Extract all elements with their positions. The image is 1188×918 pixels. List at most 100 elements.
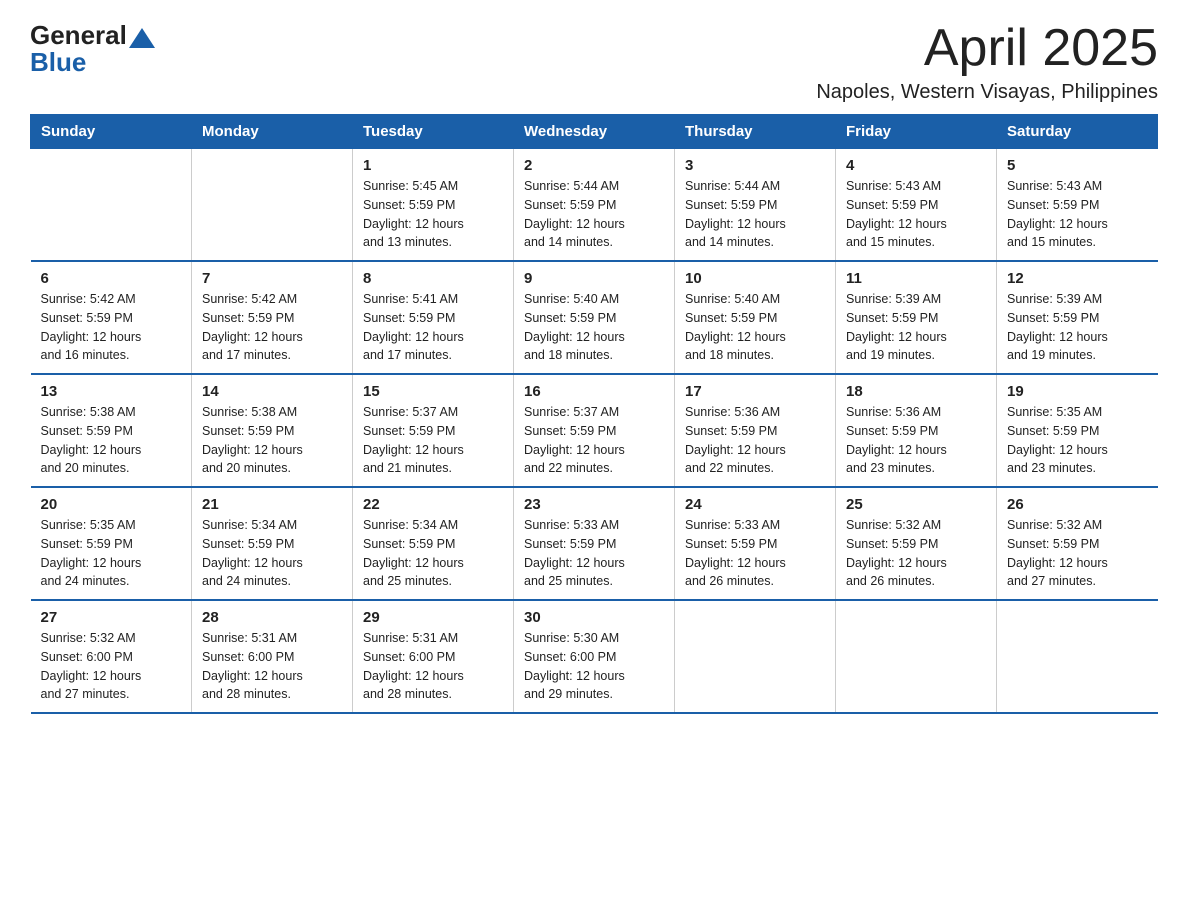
day-number: 5: [1007, 157, 1148, 174]
calendar-cell: 5 Sunrise: 5:43 AM Sunset: 5:59 PM Daylig…: [997, 149, 1158, 262]
calendar-cell: [192, 149, 353, 262]
calendar-cell: 17 Sunrise: 5:36 AM Sunset: 5:59 PM Dayli…: [675, 374, 836, 487]
day-number: 15: [363, 383, 503, 400]
day-info: Sunrise: 5:36 AM Sunset: 5:59 PM Dayligh…: [846, 403, 986, 478]
day-info: Sunrise: 5:44 AM Sunset: 5:59 PM Dayligh…: [524, 177, 664, 252]
day-number: 19: [1007, 383, 1148, 400]
calendar-week-2: 6Sunrise: 5:42 AM Sunset: 5:59 PM Daylig…: [31, 261, 1158, 374]
day-info: Sunrise: 5:34 AM Sunset: 5:59 PM Dayligh…: [363, 516, 503, 591]
day-info: Sunrise: 5:33 AM Sunset: 5:59 PM Dayligh…: [685, 516, 825, 591]
day-info: Sunrise: 5:41 AM Sunset: 5:59 PM Dayligh…: [363, 290, 503, 365]
subtitle: Napoles, Western Visayas, Philippines: [816, 81, 1158, 104]
calendar-header-wednesday: Wednesday: [514, 115, 675, 149]
calendar-cell: 12 Sunrise: 5:39 AM Sunset: 5:59 PM Dayli…: [997, 261, 1158, 374]
main-title: April 2025: [816, 20, 1158, 77]
calendar-cell: [675, 600, 836, 713]
calendar-cell: 7Sunrise: 5:42 AM Sunset: 5:59 PM Daylig…: [192, 261, 353, 374]
day-info: Sunrise: 5:39 AM Sunset: 5:59 PM Dayligh…: [846, 290, 986, 365]
calendar-header: SundayMondayTuesdayWednesdayThursdayFrid…: [31, 115, 1158, 149]
calendar-header-saturday: Saturday: [997, 115, 1158, 149]
calendar-cell: 2 Sunrise: 5:44 AM Sunset: 5:59 PM Daylig…: [514, 149, 675, 262]
day-number: 10: [685, 270, 825, 287]
title-section: April 2025 Napoles, Western Visayas, Phi…: [816, 20, 1158, 104]
day-info: Sunrise: 5:34 AM Sunset: 5:59 PM Dayligh…: [202, 516, 342, 591]
calendar-header-tuesday: Tuesday: [353, 115, 514, 149]
day-info: Sunrise: 5:45 AM Sunset: 5:59 PM Dayligh…: [363, 177, 503, 252]
day-info: Sunrise: 5:37 AM Sunset: 5:59 PM Dayligh…: [363, 403, 503, 478]
calendar-cell: 16 Sunrise: 5:37 AM Sunset: 5:59 PM Dayli…: [514, 374, 675, 487]
day-number: 23: [524, 496, 664, 513]
calendar-cell: 29Sunrise: 5:31 AM Sunset: 6:00 PM Dayli…: [353, 600, 514, 713]
day-number: 29: [363, 609, 503, 626]
calendar-cell: [997, 600, 1158, 713]
day-number: 8: [363, 270, 503, 287]
day-number: 3: [685, 157, 825, 174]
day-info: Sunrise: 5:43 AM Sunset: 5:59 PM Dayligh…: [846, 177, 986, 252]
day-info: Sunrise: 5:40 AM Sunset: 5:59 PM Dayligh…: [685, 290, 825, 365]
calendar-cell: 23 Sunrise: 5:33 AM Sunset: 5:59 PM Dayli…: [514, 487, 675, 600]
day-info: Sunrise: 5:38 AM Sunset: 5:59 PM Dayligh…: [202, 403, 342, 478]
day-info: Sunrise: 5:30 AM Sunset: 6:00 PM Dayligh…: [524, 629, 664, 704]
day-info: Sunrise: 5:43 AM Sunset: 5:59 PM Dayligh…: [1007, 177, 1148, 252]
logo-triangle-icon: [129, 28, 155, 48]
day-number: 22: [363, 496, 503, 513]
day-number: 1: [363, 157, 503, 174]
day-info: Sunrise: 5:38 AM Sunset: 5:59 PM Dayligh…: [41, 403, 182, 478]
day-info: Sunrise: 5:39 AM Sunset: 5:59 PM Dayligh…: [1007, 290, 1148, 365]
day-number: 28: [202, 609, 342, 626]
day-info: Sunrise: 5:32 AM Sunset: 6:00 PM Dayligh…: [41, 629, 182, 704]
day-number: 25: [846, 496, 986, 513]
calendar-week-5: 27Sunrise: 5:32 AM Sunset: 6:00 PM Dayli…: [31, 600, 1158, 713]
calendar-cell: 8 Sunrise: 5:41 AM Sunset: 5:59 PM Daylig…: [353, 261, 514, 374]
day-number: 13: [41, 383, 182, 400]
calendar-week-4: 20Sunrise: 5:35 AM Sunset: 5:59 PM Dayli…: [31, 487, 1158, 600]
calendar-cell: 30 Sunrise: 5:30 AM Sunset: 6:00 PM Dayli…: [514, 600, 675, 713]
calendar-cell: 26 Sunrise: 5:32 AM Sunset: 5:59 PM Dayli…: [997, 487, 1158, 600]
calendar-week-3: 13 Sunrise: 5:38 AM Sunset: 5:59 PM Dayli…: [31, 374, 1158, 487]
day-number: 18: [846, 383, 986, 400]
calendar-cell: 18 Sunrise: 5:36 AM Sunset: 5:59 PM Dayli…: [836, 374, 997, 487]
day-info: Sunrise: 5:40 AM Sunset: 5:59 PM Dayligh…: [524, 290, 664, 365]
calendar-cell: 9 Sunrise: 5:40 AM Sunset: 5:59 PM Daylig…: [514, 261, 675, 374]
header-row: SundayMondayTuesdayWednesdayThursdayFrid…: [31, 115, 1158, 149]
calendar-body: 1 Sunrise: 5:45 AM Sunset: 5:59 PM Daylig…: [31, 149, 1158, 714]
day-number: 26: [1007, 496, 1148, 513]
calendar-header-friday: Friday: [836, 115, 997, 149]
logo: General Blue: [30, 20, 155, 78]
calendar-cell: 10 Sunrise: 5:40 AM Sunset: 5:59 PM Dayli…: [675, 261, 836, 374]
calendar-cell: [31, 149, 192, 262]
day-number: 7: [202, 270, 342, 287]
calendar-week-1: 1 Sunrise: 5:45 AM Sunset: 5:59 PM Daylig…: [31, 149, 1158, 262]
calendar-cell: 27Sunrise: 5:32 AM Sunset: 6:00 PM Dayli…: [31, 600, 192, 713]
calendar-cell: 28 Sunrise: 5:31 AM Sunset: 6:00 PM Dayli…: [192, 600, 353, 713]
calendar-cell: 24 Sunrise: 5:33 AM Sunset: 5:59 PM Dayli…: [675, 487, 836, 600]
calendar-cell: 19 Sunrise: 5:35 AM Sunset: 5:59 PM Dayli…: [997, 374, 1158, 487]
day-info: Sunrise: 5:36 AM Sunset: 5:59 PM Dayligh…: [685, 403, 825, 478]
day-number: 6: [41, 270, 182, 287]
day-number: 14: [202, 383, 342, 400]
day-info: Sunrise: 5:32 AM Sunset: 5:59 PM Dayligh…: [1007, 516, 1148, 591]
day-number: 12: [1007, 270, 1148, 287]
day-number: 4: [846, 157, 986, 174]
day-number: 2: [524, 157, 664, 174]
header: General Blue April 2025 Napoles, Western…: [30, 20, 1158, 104]
day-number: 16: [524, 383, 664, 400]
logo-blue: Blue: [30, 47, 86, 78]
day-info: Sunrise: 5:32 AM Sunset: 5:59 PM Dayligh…: [846, 516, 986, 591]
calendar-cell: 4 Sunrise: 5:43 AM Sunset: 5:59 PM Daylig…: [836, 149, 997, 262]
day-number: 9: [524, 270, 664, 287]
day-info: Sunrise: 5:33 AM Sunset: 5:59 PM Dayligh…: [524, 516, 664, 591]
day-number: 17: [685, 383, 825, 400]
day-info: Sunrise: 5:35 AM Sunset: 5:59 PM Dayligh…: [1007, 403, 1148, 478]
calendar-cell: [836, 600, 997, 713]
day-info: Sunrise: 5:44 AM Sunset: 5:59 PM Dayligh…: [685, 177, 825, 252]
day-info: Sunrise: 5:37 AM Sunset: 5:59 PM Dayligh…: [524, 403, 664, 478]
day-number: 30: [524, 609, 664, 626]
calendar-cell: 1 Sunrise: 5:45 AM Sunset: 5:59 PM Daylig…: [353, 149, 514, 262]
day-info: Sunrise: 5:31 AM Sunset: 6:00 PM Dayligh…: [202, 629, 342, 704]
day-number: 20: [41, 496, 182, 513]
day-number: 24: [685, 496, 825, 513]
calendar-cell: 20Sunrise: 5:35 AM Sunset: 5:59 PM Dayli…: [31, 487, 192, 600]
calendar-cell: 11Sunrise: 5:39 AM Sunset: 5:59 PM Dayli…: [836, 261, 997, 374]
calendar-cell: 21Sunrise: 5:34 AM Sunset: 5:59 PM Dayli…: [192, 487, 353, 600]
